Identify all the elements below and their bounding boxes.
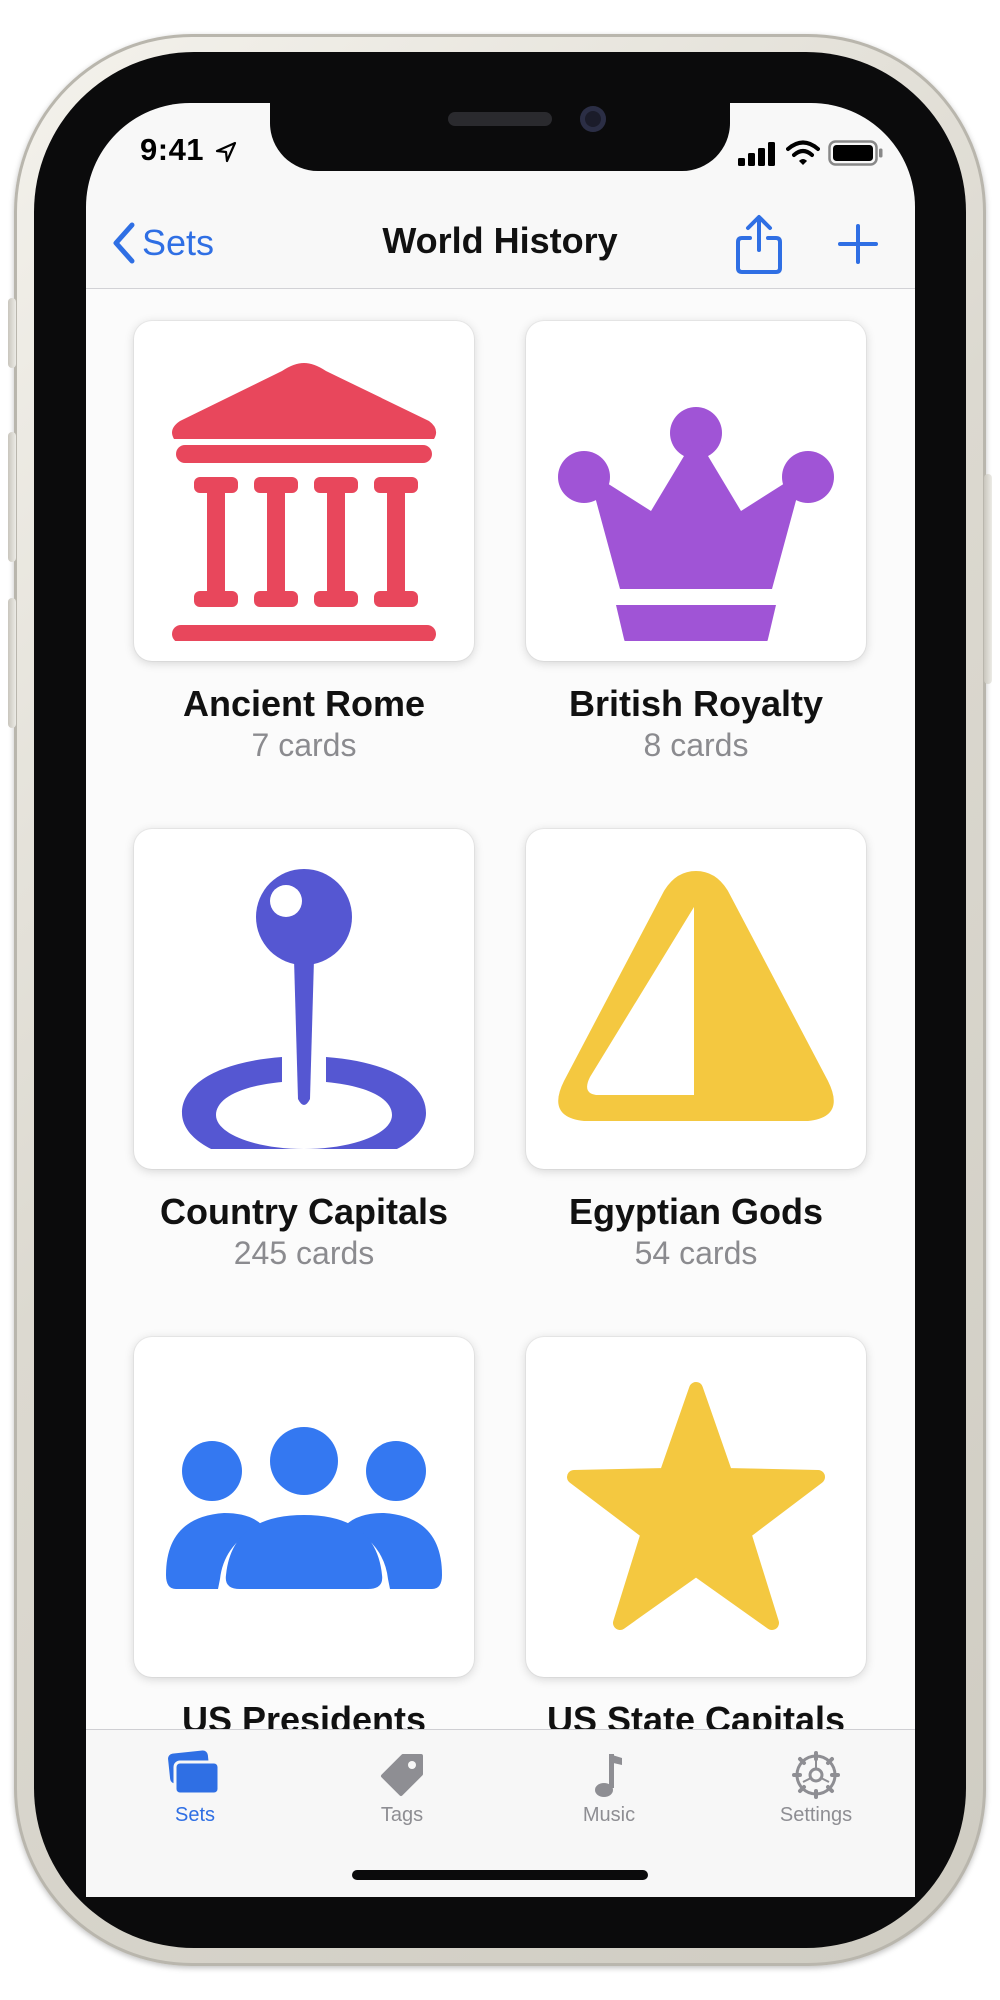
tab-sets[interactable]: Sets: [115, 1750, 275, 1827]
volume-up-button: [8, 432, 16, 562]
sets-grid[interactable]: Ancient Rome 7 cards British Royalty 8 c…: [86, 289, 915, 1729]
set-tile-us-state-capitals[interactable]: [526, 1337, 866, 1677]
chevron-left-icon: [113, 222, 135, 264]
set-tile-us-presidents[interactable]: [134, 1337, 474, 1677]
battery-icon: [828, 140, 883, 166]
building-columns-icon: [172, 363, 437, 641]
status-time: 9:41: [140, 132, 205, 167]
location-arrow-icon: [215, 141, 237, 163]
add-set-button[interactable]: [836, 222, 880, 266]
tab-music[interactable]: Music: [529, 1750, 689, 1827]
page-title: World History: [382, 220, 618, 261]
star-icon: [567, 1382, 825, 1630]
set-tile-egyptian-gods[interactable]: [526, 829, 866, 1169]
set-card-count: 54 cards: [634, 1235, 758, 1271]
tab-label: Music: [582, 1804, 636, 1826]
set-name: US State Capitals: [546, 1699, 846, 1729]
map-pin-icon: [182, 869, 426, 1149]
set-name: Egyptian Gods: [568, 1191, 824, 1232]
set-name: Country Capitals: [159, 1191, 449, 1232]
tab-label: Tags: [380, 1804, 424, 1826]
tab-label: Settings: [779, 1804, 853, 1826]
phone-side-button: [8, 298, 16, 368]
set-tile-british-royalty[interactable]: [526, 321, 866, 661]
cellular-signal-icon: [738, 142, 775, 166]
gear-icon: [792, 1751, 840, 1799]
music-note-icon: [595, 1754, 622, 1797]
set-card-count: 8 cards: [643, 727, 749, 763]
home-indicator[interactable]: [352, 1870, 648, 1880]
back-button-label: Sets: [142, 222, 215, 263]
set-name: British Royalty: [568, 683, 824, 724]
tab-tags[interactable]: Tags: [322, 1750, 482, 1827]
people-icon: [166, 1427, 442, 1589]
set-tile-ancient-rome[interactable]: [134, 321, 474, 661]
power-button: [984, 474, 992, 684]
set-name: US Presidents: [181, 1699, 427, 1729]
earpiece-speaker: [448, 112, 552, 126]
tab-label: Sets: [174, 1804, 216, 1826]
wifi-icon: [786, 140, 820, 165]
plus-icon: [838, 224, 878, 264]
front-camera: [580, 106, 606, 132]
share-button[interactable]: [734, 214, 784, 274]
tag-icon: [381, 1754, 423, 1796]
set-name: Ancient Rome: [182, 683, 426, 724]
set-card-count: 245 cards: [233, 1235, 375, 1271]
tab-settings[interactable]: Settings: [736, 1750, 896, 1827]
set-tile-country-capitals[interactable]: [134, 829, 474, 1169]
back-button[interactable]: Sets: [110, 215, 214, 271]
triangle-icon: [558, 871, 834, 1121]
cards-icon: [168, 1750, 221, 1796]
share-icon: [736, 215, 782, 274]
set-card-count: 7 cards: [251, 727, 357, 763]
crown-icon: [558, 407, 834, 641]
volume-down-button: [8, 598, 16, 728]
nav-separator: [86, 288, 915, 289]
